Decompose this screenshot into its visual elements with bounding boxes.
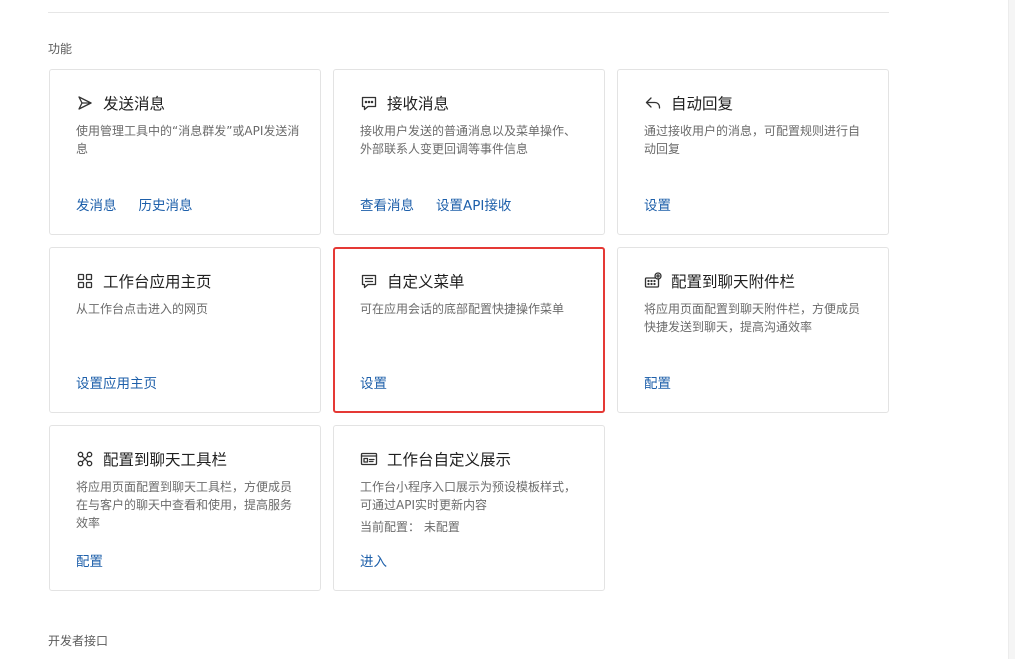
grid-icon bbox=[76, 272, 94, 290]
card-actions: 查看消息 设置API接收 bbox=[360, 194, 533, 214]
card-header: 发送消息 bbox=[76, 92, 165, 114]
send-icon bbox=[76, 94, 94, 112]
card-actions: 设置 bbox=[360, 372, 409, 392]
send-message-link[interactable]: 发消息 bbox=[76, 194, 117, 214]
card-description: 将应用页面配置到聊天附件栏，方便成员快捷发送到聊天，提高沟通效率 bbox=[644, 302, 861, 334]
card-header: 配置到聊天附件栏 bbox=[644, 270, 795, 292]
keyboard-plus-icon bbox=[644, 272, 662, 290]
card-header: 自定义菜单 bbox=[360, 270, 465, 292]
section-title-features: 功能 bbox=[48, 42, 73, 56]
set-homepage-link[interactable]: 设置应用主页 bbox=[76, 372, 157, 392]
auto-reply-settings-link[interactable]: 设置 bbox=[644, 194, 671, 214]
card-title: 工作台自定义展示 bbox=[387, 451, 512, 469]
card-description: 使用管理工具中的“消息群发”或API发送消息 bbox=[76, 124, 300, 156]
custom-menu-settings-link[interactable]: 设置 bbox=[360, 372, 387, 392]
set-api-receive-link[interactable]: 设置API接收 bbox=[436, 194, 511, 214]
message-history-link[interactable]: 历史消息 bbox=[139, 194, 193, 214]
card-actions: 进入 bbox=[360, 550, 409, 570]
configure-attachment-bar-link[interactable]: 配置 bbox=[644, 372, 671, 392]
enter-link[interactable]: 进入 bbox=[360, 550, 387, 570]
card-description-text: 工作台小程序入口展示为预设模板样式，可通过API实时更新内容 bbox=[360, 480, 577, 512]
card-header: 自动回复 bbox=[644, 92, 733, 114]
card-description: 将应用页面配置到聊天工具栏，方便成员在与客户的聊天中查看和使用，提高服务效率 bbox=[76, 480, 293, 530]
card-chat-toolbar: 配置到聊天工具栏 将应用页面配置到聊天工具栏，方便成员在与客户的聊天中查看和使用… bbox=[49, 425, 321, 591]
top-divider bbox=[48, 12, 889, 13]
card-title: 配置到聊天附件栏 bbox=[671, 273, 796, 291]
toolbar-icon bbox=[76, 450, 94, 468]
card-description: 工作台小程序入口展示为预设模板样式，可通过API实时更新内容 当前配置： 未配置 bbox=[360, 478, 584, 536]
card-title: 自定义菜单 bbox=[387, 273, 465, 291]
menu-icon bbox=[360, 272, 378, 290]
card-actions: 配置 bbox=[76, 550, 125, 570]
configure-toolbar-link[interactable]: 配置 bbox=[76, 550, 103, 570]
card-header: 接收消息 bbox=[360, 92, 449, 114]
card-description: 从工作台点击进入的网页 bbox=[76, 302, 209, 316]
section-title-developer-api: 开发者接口 bbox=[48, 634, 109, 648]
card-chat-attachment-bar: 配置到聊天附件栏 将应用页面配置到聊天附件栏，方便成员快捷发送到聊天，提高沟通效… bbox=[617, 247, 889, 413]
card-title: 自动回复 bbox=[671, 95, 734, 113]
card-display-icon bbox=[360, 450, 378, 468]
current-config-status: 当前配置： 未配置 bbox=[360, 520, 460, 534]
card-actions: 发消息 历史消息 bbox=[76, 194, 215, 214]
card-send-message: 发送消息 使用管理工具中的“消息群发”或API发送消息 发消息 历史消息 bbox=[49, 69, 321, 235]
card-header: 工作台自定义展示 bbox=[360, 448, 511, 470]
card-receive-message: 接收消息 接收用户发送的普通消息以及菜单操作、外部联系人变更回调等事件信息 查看… bbox=[333, 69, 605, 235]
card-workbench-homepage: 工作台应用主页 从工作台点击进入的网页 设置应用主页 bbox=[49, 247, 321, 413]
chat-bubble-icon bbox=[360, 94, 378, 112]
card-actions: 配置 bbox=[644, 372, 693, 392]
card-actions: 设置应用主页 bbox=[76, 372, 179, 392]
card-title: 工作台应用主页 bbox=[103, 273, 212, 291]
reply-icon bbox=[644, 94, 662, 112]
card-actions: 设置 bbox=[644, 194, 693, 214]
card-auto-reply: 自动回复 通过接收用户的消息，可配置规则进行自动回复 设置 bbox=[617, 69, 889, 235]
card-custom-menu: 自定义菜单 可在应用会话的底部配置快捷操作菜单 设置 bbox=[333, 247, 605, 413]
card-workbench-custom-display: 工作台自定义展示 工作台小程序入口展示为预设模板样式，可通过API实时更新内容 … bbox=[333, 425, 605, 591]
card-description: 通过接收用户的消息，可配置规则进行自动回复 bbox=[644, 124, 861, 156]
card-description: 接收用户发送的普通消息以及菜单操作、外部联系人变更回调等事件信息 bbox=[360, 124, 577, 156]
card-title: 接收消息 bbox=[387, 95, 450, 113]
card-title: 配置到聊天工具栏 bbox=[103, 451, 228, 469]
card-header: 工作台应用主页 bbox=[76, 270, 212, 292]
scrollbar-track[interactable] bbox=[1008, 0, 1015, 659]
card-title: 发送消息 bbox=[103, 95, 166, 113]
card-description: 可在应用会话的底部配置快捷操作菜单 bbox=[360, 302, 565, 316]
view-messages-link[interactable]: 查看消息 bbox=[360, 194, 414, 214]
card-header: 配置到聊天工具栏 bbox=[76, 448, 227, 470]
